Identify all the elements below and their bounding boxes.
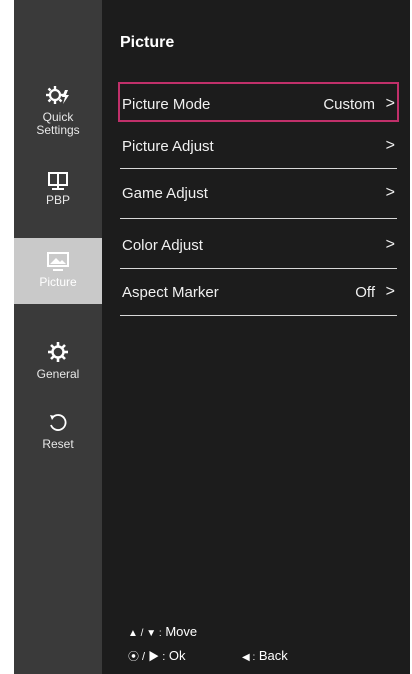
hint-back: ◀ : Back bbox=[242, 648, 288, 663]
quick-settings-icon bbox=[46, 86, 69, 104]
sidebar-item-quick-settings[interactable]: Quick Settings bbox=[14, 84, 102, 152]
sidebar-label-reset: Reset bbox=[42, 437, 74, 451]
sidebar-item-pbp[interactable]: PBP bbox=[14, 170, 102, 220]
ok-button-icon: ⦿ / ▶ : bbox=[128, 651, 166, 663]
chevron-right-icon: > bbox=[385, 184, 395, 201]
main-panel: Picture Picture Mode Custom > Picture Ad… bbox=[102, 0, 410, 674]
chevron-right-icon: > bbox=[385, 95, 395, 112]
hint-back-label: Back bbox=[258, 648, 288, 663]
left-arrow-icon: ◀ : bbox=[242, 652, 256, 663]
chevron-right-icon: > bbox=[385, 236, 395, 253]
up-down-arrows-icon: ▲ / ▼ : bbox=[128, 628, 162, 639]
picture-icon bbox=[47, 252, 69, 271]
menu-label: Aspect Marker bbox=[122, 284, 219, 301]
menu-label: Color Adjust bbox=[122, 237, 203, 254]
menu-value: Off bbox=[355, 284, 375, 301]
menu-divider bbox=[120, 315, 397, 316]
menu-value: Custom bbox=[323, 96, 375, 113]
page-title: Picture bbox=[120, 34, 175, 51]
menu-item-aspect-marker[interactable]: Aspect Marker Off > bbox=[120, 272, 397, 312]
gear-icon bbox=[48, 342, 68, 362]
menu-label: Game Adjust bbox=[122, 185, 208, 202]
chevron-right-icon: > bbox=[385, 283, 395, 300]
hint-ok: ⦿ / ▶ : Ok bbox=[128, 648, 186, 664]
menu-item-picture-adjust[interactable]: Picture Adjust > bbox=[120, 126, 397, 166]
sidebar-label-general: General bbox=[36, 367, 80, 381]
osd-menu: Quick Settings PBP Picture General Reset… bbox=[14, 0, 410, 674]
sidebar-item-general[interactable]: General bbox=[14, 340, 102, 392]
sidebar-item-reset[interactable]: Reset bbox=[14, 412, 102, 458]
menu-divider bbox=[120, 218, 397, 219]
menu-item-picture-mode[interactable]: Picture Mode Custom > bbox=[118, 82, 399, 122]
sidebar-label-picture: Picture bbox=[39, 275, 77, 289]
pbp-icon bbox=[48, 172, 68, 190]
sidebar-label-quick-settings: Quick Settings bbox=[36, 110, 80, 137]
menu-divider bbox=[120, 268, 397, 269]
menu-divider bbox=[120, 168, 397, 169]
reset-icon bbox=[50, 414, 67, 431]
sidebar: Quick Settings PBP Picture General Reset bbox=[14, 0, 102, 674]
menu-item-color-adjust[interactable]: Color Adjust > bbox=[120, 225, 397, 265]
hint-ok-label: Ok bbox=[168, 648, 186, 663]
menu-item-game-adjust[interactable]: Game Adjust > bbox=[120, 173, 397, 213]
menu-label: Picture Adjust bbox=[122, 138, 214, 155]
hint-move: ▲ / ▼ : Move bbox=[128, 624, 197, 639]
sidebar-label-pbp: PBP bbox=[45, 193, 70, 207]
hint-move-label: Move bbox=[165, 624, 198, 639]
sidebar-item-picture[interactable]: Picture bbox=[14, 238, 102, 304]
menu-label: Picture Mode bbox=[122, 96, 211, 113]
chevron-right-icon: > bbox=[385, 137, 395, 154]
